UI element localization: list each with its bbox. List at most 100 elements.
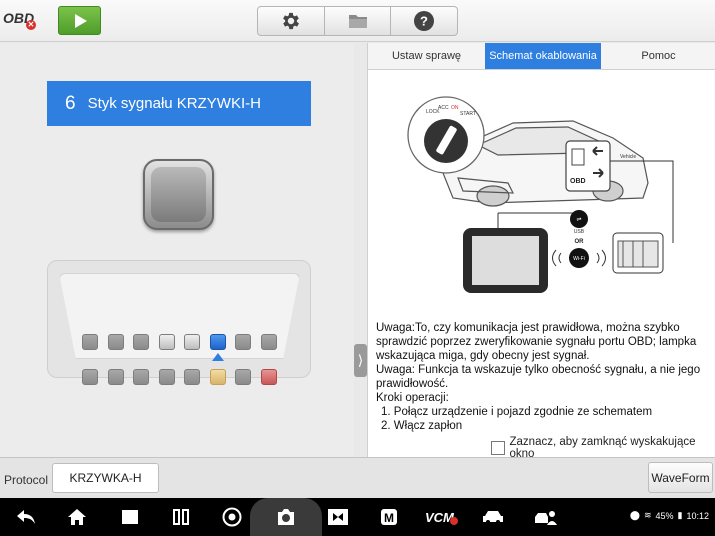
chrome-icon [222, 507, 242, 527]
panel-collapse-handle[interactable]: ⟩ [354, 344, 367, 377]
home-button[interactable] [67, 507, 87, 527]
help-icon: ? [414, 11, 435, 31]
or-label: OR [575, 239, 585, 245]
ignition-switch: LOCK ACC ON START [407, 96, 485, 174]
svg-text:?: ? [420, 14, 428, 29]
gear-icon [282, 12, 299, 30]
waveform-button[interactable]: WaveForm [648, 462, 713, 493]
top-toolbar: OBD ✕ ? [0, 0, 715, 42]
remote-expert-button[interactable] [533, 507, 557, 527]
svg-text:⇌: ⇌ [576, 216, 581, 223]
connector-pin [82, 369, 98, 385]
connector-pin [133, 369, 149, 385]
vcm-icon: VCM [425, 510, 458, 525]
usage-notes: Uwaga:To, czy komunikacja jest prawidłow… [376, 321, 714, 433]
maxifix-icon: M [381, 509, 397, 525]
location-icon: ⬤ [629, 510, 640, 520]
play-button[interactable] [58, 6, 101, 35]
back-icon [17, 510, 35, 524]
signal-lamp-face [151, 167, 206, 222]
ignition-acc-label: ACC [438, 105, 449, 111]
vehicle-diagnostics-button[interactable] [482, 507, 504, 527]
camera-icon [278, 509, 294, 525]
info-tabs: Ustaw sprawę Schemat okablowania Pomoc [368, 43, 715, 70]
help-button[interactable]: ? [391, 7, 457, 35]
svg-text:M: M [384, 511, 394, 525]
bottom-bar: Protocol KRZYWKA-H WaveForm [0, 457, 715, 498]
obd-connector-diagram [47, 260, 311, 385]
tab-pomoc[interactable]: Pomoc [601, 43, 715, 69]
recent-apps-icon [122, 510, 138, 524]
tab-ustaw-sprawe[interactable]: Ustaw sprawę [368, 43, 485, 69]
system-navigation-bar: M VCM ⬤ ≋ 45% ▮ 10:12 [0, 498, 715, 536]
signal-panel: 6 Styk sygnału KRZYWKI-H [0, 43, 354, 457]
wifi-connection-icon: Wi-Fi [552, 248, 606, 268]
battery-level: 45% [655, 510, 674, 521]
pin-title-bar: 6 Styk sygnału KRZYWKI-H [47, 81, 311, 126]
connector-pin [209, 334, 226, 350]
screenshot-button[interactable] [276, 507, 296, 527]
car-icon [483, 511, 503, 524]
vcm-button[interactable]: VCM [425, 507, 459, 527]
pin-number: 6 [65, 92, 76, 114]
selected-pin-marker [211, 353, 224, 361]
connector-pin [235, 369, 251, 385]
step-2: 2. Włącz zapłon [381, 420, 463, 432]
folder-icon [348, 15, 367, 28]
steps-title: Kroki operacji: [376, 392, 449, 404]
status-area: ⬤ ≋ 45% ▮ 10:12 [630, 510, 709, 521]
connector-pin [209, 369, 226, 385]
vci-device-illustration [612, 232, 664, 274]
toolbar-button-group: ? [257, 6, 458, 36]
connector-pin [260, 369, 277, 385]
connector-pin [260, 334, 277, 350]
folder-button[interactable] [325, 7, 392, 35]
connector-pin [184, 334, 200, 350]
back-button[interactable] [16, 507, 36, 527]
screen-record-icon [328, 509, 348, 525]
maxifix-button[interactable]: M [380, 507, 398, 527]
signal-indicator-lamp [143, 159, 214, 230]
obd-port: OBD [565, 140, 611, 192]
wifi-label: Wi-Fi [573, 256, 585, 262]
vehicle-label: Vehicle [620, 154, 636, 160]
connector-pin [107, 369, 124, 385]
play-icon [75, 14, 87, 28]
car-person-icon [535, 511, 557, 525]
note-signal-presence: Uwaga: Funkcja ta wskazuje tylko obecnoś… [376, 364, 701, 390]
browser-button[interactable] [222, 507, 242, 527]
tablet-illustration [463, 228, 548, 293]
ignition-start-label: START [460, 111, 476, 117]
settings-button[interactable] [258, 7, 325, 35]
connector-pin [107, 334, 124, 350]
obd-port-label: OBD [570, 178, 586, 185]
step-1: 1. Połącz urządzenie i pojazd zgodnie ze… [381, 406, 653, 418]
screen-record-button[interactable] [327, 507, 349, 527]
ignition-on-label: ON [451, 105, 459, 111]
obd-logo: OBD ✕ [3, 10, 36, 30]
protocol-label: Protocol [4, 473, 49, 487]
wifi-status-icon: ≋ [643, 510, 652, 520]
connector-pin [133, 334, 149, 350]
connector-pin [184, 369, 200, 385]
info-panel: Ustaw sprawę Schemat okablowania Pomoc L… [367, 43, 715, 460]
obd-disconnected-icon: ✕ [26, 20, 36, 30]
clock: 10:12 [686, 510, 709, 521]
connector-pin [235, 334, 251, 350]
protocol-value-field[interactable]: KRZYWKA-H [52, 463, 159, 493]
note-signal-check: Uwaga:To, czy komunikacja jest prawidłow… [376, 322, 697, 362]
split-screen-icon [173, 509, 189, 525]
battery-icon: ▮ [677, 510, 683, 520]
split-screen-button[interactable] [173, 507, 189, 527]
connector-pin [158, 334, 175, 350]
close-popup-checkbox[interactable] [491, 441, 505, 455]
connector-pin [158, 369, 175, 385]
home-icon [68, 509, 86, 525]
usb-label: USB [574, 229, 585, 235]
recent-apps-button[interactable] [121, 507, 139, 527]
tab-schemat-okablowania[interactable]: Schemat okablowania [485, 43, 601, 69]
usb-connection-icon: ⇌ USB [570, 210, 588, 235]
wiring-diagram: LOCK ACC ON START OBD Vehicle ⇌ USB OR W… [407, 96, 674, 293]
connector-pin [82, 334, 98, 350]
pin-title: Styk sygnału KRZYWKI-H [87, 95, 261, 112]
